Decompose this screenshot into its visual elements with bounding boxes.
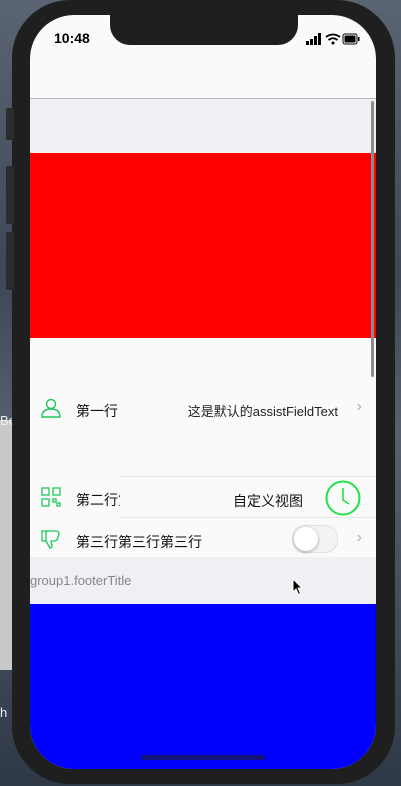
section-header-gap — [30, 99, 376, 153]
switch-knob[interactable] — [294, 527, 318, 551]
chevron-right-icon: › — [356, 398, 362, 415]
table-header-view — [30, 153, 376, 338]
thumbs-down-icon — [40, 529, 62, 554]
row-switch[interactable] — [292, 525, 338, 553]
home-indicator[interactable] — [141, 755, 265, 760]
table-footer-view — [30, 604, 376, 769]
clock-icon — [324, 479, 362, 522]
wifi-icon — [325, 33, 341, 41]
volume-up-button — [6, 166, 14, 224]
scroll-indicator[interactable] — [371, 101, 374, 377]
table-row[interactable]: 第一行 这是默认的assistFieldText › — [30, 389, 376, 427]
battery-icon — [342, 33, 360, 45]
volume-down-button — [6, 232, 14, 290]
mute-switch — [6, 108, 14, 140]
row-detail: 这是默认的assistFieldText — [187, 404, 338, 419]
section-footer: group1.footerTitle — [30, 557, 376, 604]
mouse-cursor-icon — [292, 577, 304, 601]
chevron-right-icon: › — [356, 529, 362, 546]
custom-accessory-view[interactable]: 自定义视图 — [120, 476, 376, 518]
row-title: 第三行第三行第三行 — [76, 534, 202, 550]
grid-icon — [40, 487, 62, 512]
custom-view-label: 自定义视图 — [233, 493, 303, 509]
signal-icon — [306, 33, 321, 45]
background-text: h — [0, 705, 8, 720]
row-title: 第一行 — [76, 403, 118, 419]
status-icons — [306, 32, 360, 50]
person-icon — [40, 398, 62, 423]
status-time: 10:48 — [54, 30, 90, 46]
screen: 10:48 第一行 这是默认的assistFieldText › 第二行第二行 … — [30, 15, 376, 769]
notch — [110, 15, 298, 45]
section-footer-title: group1.footerTitle — [30, 573, 132, 588]
